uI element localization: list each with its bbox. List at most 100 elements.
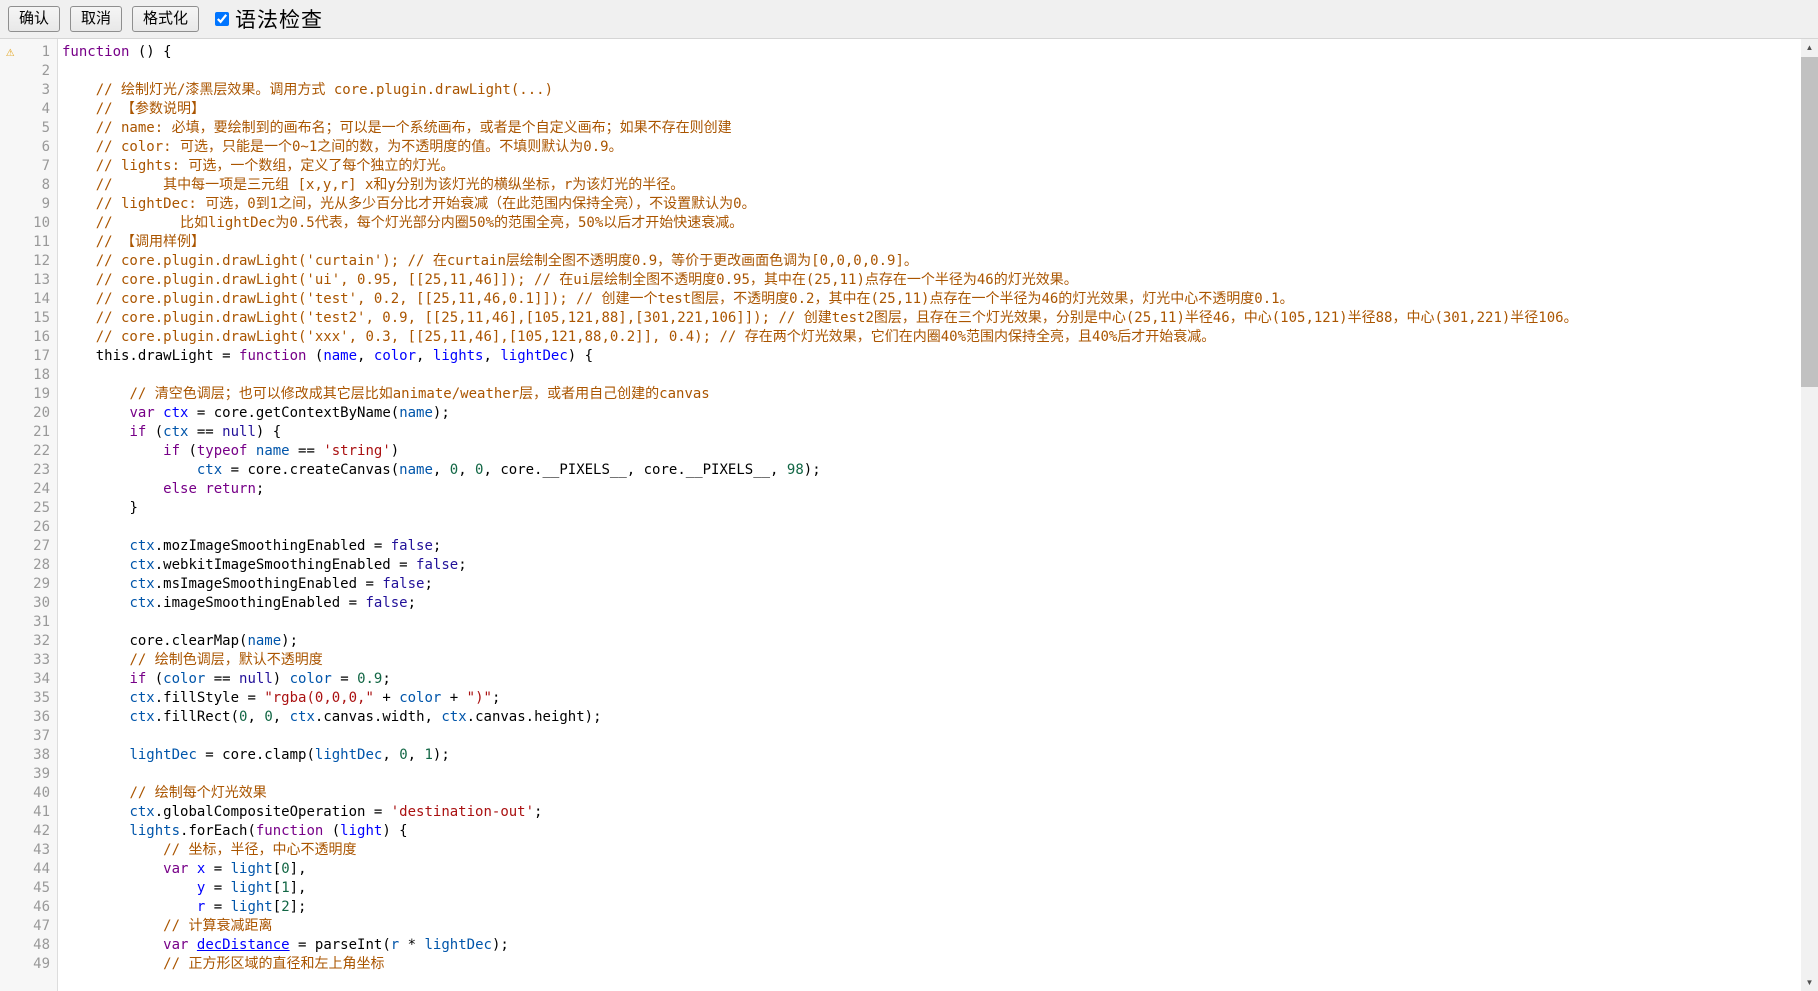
gutter-cell: 38 bbox=[0, 746, 57, 765]
line-number: 27 bbox=[32, 537, 57, 556]
line-number: 48 bbox=[32, 936, 57, 955]
code-line: 8 // 其中每一项是三元组 [x,y,r] x和y分别为该灯光的横纵坐标，r为… bbox=[0, 176, 1801, 195]
line-number: 49 bbox=[32, 955, 57, 974]
line-number: 30 bbox=[32, 594, 57, 613]
code-text: // 绘制色调层，默认不透明度 bbox=[57, 651, 1801, 670]
line-number: 2 bbox=[32, 62, 57, 81]
gutter-cell: 46 bbox=[0, 898, 57, 917]
line-number: 25 bbox=[32, 499, 57, 518]
line-number: 20 bbox=[32, 404, 57, 423]
confirm-button[interactable]: 确认 bbox=[8, 6, 60, 32]
code-line: 10 // 比如lightDec为0.5代表，每个灯光部分内圈50%的范围全亮，… bbox=[0, 214, 1801, 233]
code-line: 9 // lightDec: 可选，0到1之间，光从多少百分比才开始衰减（在此范… bbox=[0, 195, 1801, 214]
code-line: 30 ctx.imageSmoothingEnabled = false; bbox=[0, 594, 1801, 613]
code-line: 35 ctx.fillStyle = "rgba(0,0,0," + color… bbox=[0, 689, 1801, 708]
code-text: var ctx = core.getContextByName(name); bbox=[57, 404, 1801, 423]
line-number: 32 bbox=[32, 632, 57, 651]
code-text: // core.plugin.drawLight('curtain'); // … bbox=[57, 252, 1801, 271]
code-line: 20 var ctx = core.getContextByName(name)… bbox=[0, 404, 1801, 423]
code-line: 18 bbox=[0, 366, 1801, 385]
code-text: // 计算衰减距离 bbox=[57, 917, 1801, 936]
code-text: // 正方形区域的直径和左上角坐标 bbox=[57, 955, 1801, 974]
syntax-check-checkbox[interactable] bbox=[215, 12, 229, 26]
syntax-check-label: 语法检查 bbox=[235, 4, 323, 34]
code-text: // core.plugin.drawLight('test2', 0.9, [… bbox=[57, 309, 1801, 328]
line-number: 5 bbox=[32, 119, 57, 138]
gutter-cell: 17 bbox=[0, 347, 57, 366]
code-text: ctx.webkitImageSmoothingEnabled = false; bbox=[57, 556, 1801, 575]
gutter-cell: 24 bbox=[0, 480, 57, 499]
code-line: 24 else return; bbox=[0, 480, 1801, 499]
line-number: 39 bbox=[32, 765, 57, 784]
scroll-up-icon[interactable]: ▲ bbox=[1801, 39, 1818, 56]
gutter-cell: 20 bbox=[0, 404, 57, 423]
format-button[interactable]: 格式化 bbox=[132, 6, 199, 32]
gutter-cell: 37 bbox=[0, 727, 57, 746]
gutter-cell: 43 bbox=[0, 841, 57, 860]
code-line: 7 // lights: 可选，一个数组，定义了每个独立的灯光。 bbox=[0, 157, 1801, 176]
code-text: this.drawLight = function (name, color, … bbox=[57, 347, 1801, 366]
cancel-button[interactable]: 取消 bbox=[70, 6, 122, 32]
code-text: // lights: 可选，一个数组，定义了每个独立的灯光。 bbox=[57, 157, 1801, 176]
code-line: 32 core.clearMap(name); bbox=[0, 632, 1801, 651]
code-text bbox=[57, 613, 1801, 632]
line-number: 4 bbox=[32, 100, 57, 119]
code-area[interactable]: ⚠1function () {2 3 // 绘制灯光/漆黑层效果。调用方式 co… bbox=[0, 39, 1801, 991]
code-line: 19 // 清空色调层；也可以修改成其它层比如animate/weather层，… bbox=[0, 385, 1801, 404]
gutter-cell: 9 bbox=[0, 195, 57, 214]
gutter-cell: 27 bbox=[0, 537, 57, 556]
code-editor: ⚠1function () {2 3 // 绘制灯光/漆黑层效果。调用方式 co… bbox=[0, 38, 1818, 991]
line-number: 29 bbox=[32, 575, 57, 594]
warning-icon[interactable]: ⚠ bbox=[0, 43, 32, 62]
gutter-cell: 45 bbox=[0, 879, 57, 898]
line-number: 47 bbox=[32, 917, 57, 936]
line-number: 21 bbox=[32, 423, 57, 442]
line-number: 18 bbox=[32, 366, 57, 385]
code-line: 3 // 绘制灯光/漆黑层效果。调用方式 core.plugin.drawLig… bbox=[0, 81, 1801, 100]
code-text: if (ctx == null) { bbox=[57, 423, 1801, 442]
line-number: 17 bbox=[32, 347, 57, 366]
code-line: 13 // core.plugin.drawLight('ui', 0.95, … bbox=[0, 271, 1801, 290]
line-number: 8 bbox=[32, 176, 57, 195]
scrollbar-thumb[interactable] bbox=[1801, 57, 1818, 387]
code-text bbox=[57, 62, 1801, 81]
code-text: // 绘制每个灯光效果 bbox=[57, 784, 1801, 803]
code-line: 31 bbox=[0, 613, 1801, 632]
scroll-down-icon[interactable]: ▼ bbox=[1801, 974, 1818, 991]
line-number: 11 bbox=[32, 233, 57, 252]
line-number: 14 bbox=[32, 290, 57, 309]
line-number: 34 bbox=[32, 670, 57, 689]
editor-vscrollbar[interactable]: ▲ ▼ bbox=[1801, 39, 1818, 991]
code-line: 42 lights.forEach(function (light) { bbox=[0, 822, 1801, 841]
code-line: 34 if (color == null) color = 0.9; bbox=[0, 670, 1801, 689]
line-number: 15 bbox=[32, 309, 57, 328]
gutter-cell: 49 bbox=[0, 955, 57, 974]
line-number: 31 bbox=[32, 613, 57, 632]
code-text: // name: 必填，要绘制到的画布名；可以是一个系统画布，或者是个自定义画布… bbox=[57, 119, 1801, 138]
gutter-cell: 21 bbox=[0, 423, 57, 442]
code-text: // 其中每一项是三元组 [x,y,r] x和y分别为该灯光的横纵坐标，r为该灯… bbox=[57, 176, 1801, 195]
line-number: 13 bbox=[32, 271, 57, 290]
code-line: 33 // 绘制色调层，默认不透明度 bbox=[0, 651, 1801, 670]
syntax-check-group: 语法检查 bbox=[215, 4, 323, 34]
gutter-cell: 26 bbox=[0, 518, 57, 537]
line-number: 3 bbox=[32, 81, 57, 100]
line-number: 45 bbox=[32, 879, 57, 898]
gutter-cell: 10 bbox=[0, 214, 57, 233]
line-number: 44 bbox=[32, 860, 57, 879]
code-line: 4 // 【参数说明】 bbox=[0, 100, 1801, 119]
line-number: 10 bbox=[32, 214, 57, 233]
code-text bbox=[57, 366, 1801, 385]
gutter-cell: 40 bbox=[0, 784, 57, 803]
line-number: 19 bbox=[32, 385, 57, 404]
code-line: 22 if (typeof name == 'string') bbox=[0, 442, 1801, 461]
gutter-cell: 32 bbox=[0, 632, 57, 651]
gutter-cell: 34 bbox=[0, 670, 57, 689]
code-text: function () { bbox=[57, 43, 1801, 62]
line-number: 1 bbox=[32, 43, 57, 62]
line-number: 41 bbox=[32, 803, 57, 822]
line-number: 43 bbox=[32, 841, 57, 860]
code-text: // core.plugin.drawLight('ui', 0.95, [[2… bbox=[57, 271, 1801, 290]
code-line: 16 // core.plugin.drawLight('xxx', 0.3, … bbox=[0, 328, 1801, 347]
code-line: 36 ctx.fillRect(0, 0, ctx.canvas.width, … bbox=[0, 708, 1801, 727]
